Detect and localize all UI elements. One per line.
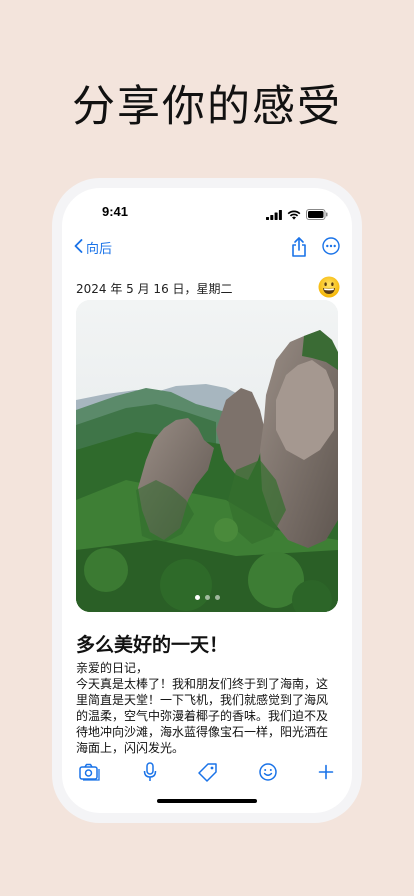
status-bar: 9:41 (62, 188, 352, 232)
status-icons (266, 205, 328, 224)
phone-frame: 9:41 向后 2024 年 5 月 16 日，星期二 多么美好的一天！ 亲爱的… (52, 178, 362, 823)
photo-page-dots[interactable] (76, 595, 338, 600)
app-store-screenshot: 分享你的感受 9:41 向后 2024 年 5 月 16 日，星期二 多么美好的… (0, 0, 414, 896)
entry-body-line: 里简直是天堂！一下飞机，我们就感觉到了海风 (76, 693, 329, 707)
more-icon (322, 237, 340, 259)
tag-button[interactable] (196, 762, 220, 786)
entry-photo[interactable] (76, 300, 338, 612)
entry-date-row: 2024 年 5 月 16 日，星期二 (76, 276, 340, 300)
entry-body-line: 亲爱的日记， (76, 661, 149, 675)
status-time: 9:41 (102, 204, 129, 219)
mood-button[interactable] (318, 276, 340, 298)
entry-body-line: 海面上，闪闪发光。 (76, 741, 185, 755)
plus-icon (318, 764, 334, 784)
tag-icon (198, 762, 218, 786)
entry-body-line: 待地冲向沙滩，海水蓝得像宝石一样，阳光洒在 (76, 725, 329, 739)
more-button[interactable] (322, 237, 340, 259)
battery-icon (306, 205, 328, 224)
entry-title[interactable]: 多么美好的一天！ (76, 630, 228, 657)
page-dot-active[interactable] (194, 595, 200, 600)
microphone-button[interactable] (138, 762, 162, 786)
share-icon (290, 237, 308, 262)
add-button[interactable] (314, 762, 338, 786)
back-button[interactable]: 向后 (74, 238, 112, 257)
camera-button[interactable] (78, 762, 102, 786)
entry-body-line: 今天真是太棒了！我和朋友们终于到了海南，这 (76, 677, 329, 691)
page-dot[interactable] (214, 595, 220, 600)
chevron-left-icon (74, 238, 86, 257)
wifi-icon (287, 205, 301, 224)
back-label: 向后 (86, 242, 113, 257)
nav-bar: 向后 (62, 232, 352, 268)
share-button[interactable] (290, 236, 308, 262)
emoji-button[interactable] (256, 762, 280, 786)
camera-icon (79, 763, 101, 785)
home-indicator[interactable] (157, 799, 257, 803)
entry-date: 2024 年 5 月 16 日，星期二 (76, 282, 233, 296)
smiley-icon (259, 763, 277, 785)
mountain-photo (76, 300, 338, 612)
microphone-icon (143, 762, 157, 786)
entry-body[interactable]: 亲爱的日记， 今天真是太棒了！我和朋友们终于到了海南，这 里简直是天堂！一下飞机… (76, 660, 340, 756)
entry-body-line: 的温柔，空气中弥漫着椰子的香味。我们迫不及 (76, 709, 329, 723)
entry-toolbar (62, 762, 352, 786)
page-dot[interactable] (204, 595, 210, 600)
headline: 分享你的感受 (72, 82, 342, 132)
phone-screen: 9:41 向后 2024 年 5 月 16 日，星期二 多么美好的一天！ 亲爱的… (62, 188, 352, 813)
signal-icon (266, 205, 282, 224)
